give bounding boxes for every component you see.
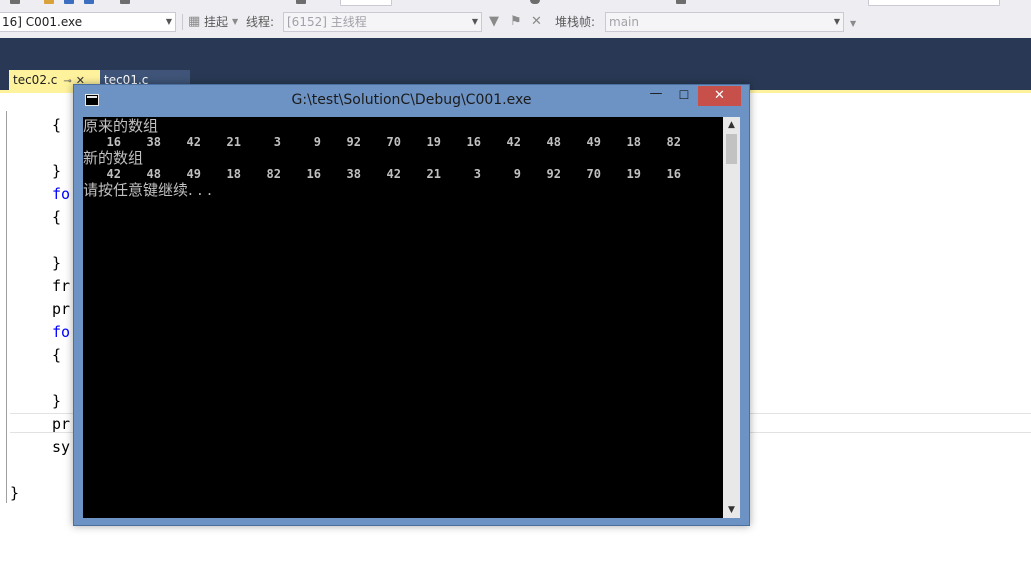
array-value: 49 xyxy=(186,167,201,181)
funnel-icon[interactable]: ▼ xyxy=(489,14,499,30)
array-value: 92 xyxy=(546,167,561,181)
console-output[interactable]: 原来的数组 16 38 42 21 3 9 92 70 19 16 42 48 49 18 82 新的数组 … xyxy=(83,117,723,518)
stack-frame-label: 堆栈帧: xyxy=(555,15,596,29)
maximize-button[interactable]: ☐ xyxy=(670,85,698,107)
array-value: 70 xyxy=(586,167,601,181)
thread-value: [6152] 主线程 xyxy=(287,15,367,29)
array-value: 42 xyxy=(186,135,201,149)
suspend-button[interactable]: 挂起 xyxy=(204,12,228,32)
array-value: 21 xyxy=(226,135,241,149)
stop-icon[interactable] xyxy=(530,0,540,4)
array-value: 9 xyxy=(513,167,521,181)
stack-frame-combo[interactable]: main ▼ xyxy=(605,12,844,32)
array-value: 48 xyxy=(146,167,161,181)
debug-location-toolbar: 16] C001.exe ▼ ▦ 挂起 ▼ 线程: [6152] 主线程 ▼ ▼… xyxy=(0,6,1031,39)
chevron-down-icon: ▼ xyxy=(833,17,840,26)
pin-icon[interactable]: ⊸ xyxy=(63,76,71,87)
outline-margin xyxy=(6,111,7,503)
undo-icon[interactable] xyxy=(120,0,130,4)
array-value: 18 xyxy=(626,135,641,149)
code-line: pr xyxy=(52,415,71,433)
array-value: 92 xyxy=(346,135,361,149)
code-line: fr xyxy=(52,277,71,295)
chevron-down-icon: ▼ xyxy=(471,17,478,26)
code-line: } xyxy=(52,254,62,272)
process-value: 16] C001.exe xyxy=(2,15,83,29)
array-value: 38 xyxy=(346,167,361,181)
array-value: 38 xyxy=(146,135,161,149)
code-line: { xyxy=(52,208,62,226)
close-button[interactable]: ✕ xyxy=(698,86,741,106)
console-window[interactable]: G:\test\SolutionC\Debug\C001.exe — ☐ ✕ 原… xyxy=(73,84,750,526)
scroll-up-icon[interactable]: ▲ xyxy=(723,117,740,133)
code-line: { xyxy=(52,116,62,134)
vertical-scrollbar[interactable]: ▲ ▼ xyxy=(723,117,740,518)
array-value: 42 xyxy=(506,135,521,149)
thread-label: 线程: xyxy=(246,15,275,29)
code-line: fo xyxy=(52,185,71,203)
array-value: 16 xyxy=(666,167,681,181)
array-value: 42 xyxy=(106,167,121,181)
array-value: 3 xyxy=(273,135,281,149)
array-value: 9 xyxy=(313,135,321,149)
unflag-icon[interactable]: ✕ xyxy=(531,14,542,30)
window-app-icon[interactable] xyxy=(85,94,99,106)
console-titlebar[interactable]: G:\test\SolutionC\Debug\C001.exe — ☐ ✕ xyxy=(74,85,749,116)
array-value: 16 xyxy=(466,135,481,149)
redo-icon[interactable] xyxy=(296,0,306,4)
array-value: 49 xyxy=(586,135,601,149)
toolbar-separator xyxy=(182,14,183,30)
chevron-down-icon[interactable]: ▼ xyxy=(232,14,238,30)
array-value: 3 xyxy=(473,167,481,181)
thread-combo[interactable]: [6152] 主线程 ▼ xyxy=(283,12,482,32)
array-value: 19 xyxy=(426,135,441,149)
array-value: 16 xyxy=(106,135,121,149)
tab-label: tec02.c xyxy=(13,73,58,87)
array-value: 82 xyxy=(666,135,681,149)
toolbar-overflow-icon[interactable]: ▼ xyxy=(850,16,856,32)
scroll-down-icon[interactable]: ▼ xyxy=(723,502,740,518)
back-icon[interactable] xyxy=(10,0,20,4)
array-value: 18 xyxy=(226,167,241,181)
continue-prompt: 请按任意键继续. . . xyxy=(83,181,212,199)
save-icon[interactable] xyxy=(64,0,74,4)
code-line: fo xyxy=(52,323,71,341)
code-line: } xyxy=(52,162,62,180)
array-value: 19 xyxy=(626,167,641,181)
original-array-label: 原来的数组 xyxy=(83,117,159,135)
code-line: sy xyxy=(52,438,71,456)
window-icon[interactable] xyxy=(676,0,686,4)
array-value: 42 xyxy=(386,167,401,181)
thread-flag-icon[interactable]: ⚑ xyxy=(510,14,522,30)
code-line: { xyxy=(52,346,62,364)
stack-frame-value: main xyxy=(609,15,639,29)
scroll-thumb[interactable] xyxy=(726,134,737,164)
suspend-icon: ▦ xyxy=(188,14,201,29)
navigation-band xyxy=(0,38,1031,66)
array-value: 70 xyxy=(386,135,401,149)
new-array-label: 新的数组 xyxy=(83,149,144,167)
save-all-icon[interactable] xyxy=(84,0,94,4)
array-value: 21 xyxy=(426,167,441,181)
array-value: 82 xyxy=(266,167,281,181)
open-file-icon[interactable] xyxy=(44,0,54,4)
code-line: } xyxy=(10,484,20,502)
array-value: 48 xyxy=(546,135,561,149)
process-combo[interactable]: 16] C001.exe ▼ xyxy=(0,12,176,32)
array-value: 16 xyxy=(306,167,321,181)
chevron-down-icon: ▼ xyxy=(165,17,172,26)
original-array-values: 16 38 42 21 3 9 92 70 19 16 42 48 49 18 82 xyxy=(83,134,703,150)
new-array-values: 42 48 49 18 82 16 38 42 21 3 9 92 70 19 16 xyxy=(83,166,703,182)
minimize-button[interactable]: — xyxy=(642,85,670,107)
code-line: } xyxy=(52,392,62,410)
code-line: pr xyxy=(52,300,71,318)
